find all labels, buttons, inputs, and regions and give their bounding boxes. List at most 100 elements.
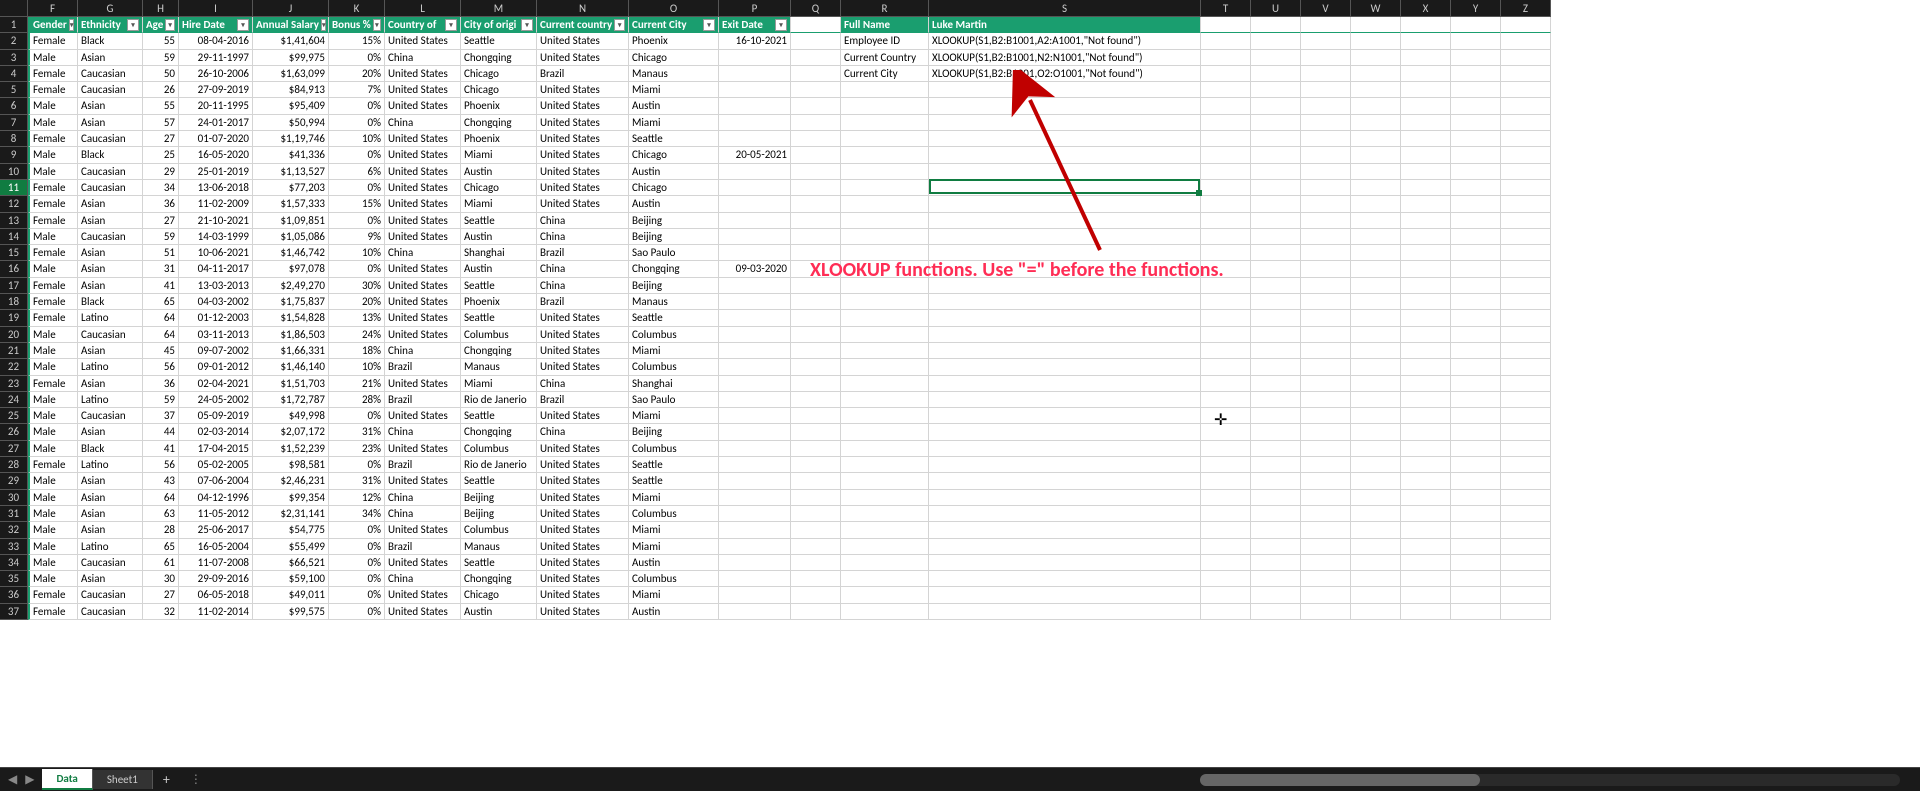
cell-U34[interactable] [1251, 555, 1301, 571]
cell-R32[interactable] [841, 522, 929, 538]
cell-F17[interactable]: Female [28, 278, 78, 294]
cell-N22[interactable]: United States [537, 359, 629, 375]
cell-X22[interactable] [1401, 359, 1451, 375]
filter-button-icon[interactable]: ▾ [521, 19, 533, 31]
cell-O34[interactable]: Austin [629, 555, 719, 571]
filter-button-icon[interactable]: ▾ [445, 19, 457, 31]
cell-P33[interactable] [719, 539, 791, 555]
cell-U30[interactable] [1251, 490, 1301, 506]
cell-T3[interactable] [1201, 50, 1251, 66]
cell-K23[interactable]: 21% [329, 376, 385, 392]
cell-N20[interactable]: United States [537, 327, 629, 343]
cell-X35[interactable] [1401, 571, 1451, 587]
row-header-8[interactable]: 8 [0, 131, 28, 147]
cell-T7[interactable] [1201, 115, 1251, 131]
cell-I24[interactable]: 24-05-2002 [179, 392, 253, 408]
cell-L2[interactable]: United States [385, 33, 461, 49]
cell-Y13[interactable] [1451, 213, 1501, 229]
cell-F8[interactable]: Female [28, 131, 78, 147]
cell-N2[interactable]: United States [537, 33, 629, 49]
cell-S37[interactable] [929, 604, 1201, 620]
cell-O6[interactable]: Austin [629, 98, 719, 114]
cell-U33[interactable] [1251, 539, 1301, 555]
cell-J5[interactable]: $84,913 [253, 82, 329, 98]
cell-I14[interactable]: 14-03-1999 [179, 229, 253, 245]
cell-N30[interactable]: United States [537, 490, 629, 506]
cell-H1[interactable]: Age▾ [143, 17, 179, 33]
cell-M11[interactable]: Chicago [461, 180, 537, 196]
cell-Y15[interactable] [1451, 245, 1501, 261]
cell-X31[interactable] [1401, 506, 1451, 522]
cell-H26[interactable]: 44 [143, 424, 179, 440]
cell-P10[interactable] [719, 164, 791, 180]
cell-V37[interactable] [1301, 604, 1351, 620]
cell-R15[interactable] [841, 245, 929, 261]
cell-O37[interactable]: Austin [629, 604, 719, 620]
sheet-tab-sheet1[interactable]: Sheet1 [93, 770, 153, 789]
cell-Y33[interactable] [1451, 539, 1501, 555]
cell-F4[interactable]: Female [28, 66, 78, 82]
cell-V8[interactable] [1301, 131, 1351, 147]
cell-W1[interactable] [1351, 17, 1401, 33]
cell-N13[interactable]: China [537, 213, 629, 229]
cell-M23[interactable]: Miami [461, 376, 537, 392]
cell-H31[interactable]: 63 [143, 506, 179, 522]
cell-W29[interactable] [1351, 473, 1401, 489]
filter-button-icon[interactable]: ▾ [237, 19, 249, 31]
cell-M17[interactable]: Seattle [461, 278, 537, 294]
cell-S31[interactable] [929, 506, 1201, 522]
cell-T27[interactable] [1201, 441, 1251, 457]
cell-I23[interactable]: 02-04-2021 [179, 376, 253, 392]
cell-G13[interactable]: Asian [78, 213, 143, 229]
cell-S4[interactable]: XLOOKUP(S1,B2:B1001,O2:O1001,"Not found"… [929, 66, 1201, 82]
cell-O14[interactable]: Beijing [629, 229, 719, 245]
cell-Y35[interactable] [1451, 571, 1501, 587]
row-header-34[interactable]: 34 [0, 555, 28, 571]
cell-P30[interactable] [719, 490, 791, 506]
cell-V25[interactable] [1301, 408, 1351, 424]
cell-F13[interactable]: Female [28, 213, 78, 229]
cell-M2[interactable]: Seattle [461, 33, 537, 49]
cell-Z26[interactable] [1501, 424, 1551, 440]
cell-Q13[interactable] [791, 213, 841, 229]
cell-N3[interactable]: United States [537, 50, 629, 66]
cell-J10[interactable]: $1,13,527 [253, 164, 329, 180]
cell-V24[interactable] [1301, 392, 1351, 408]
cell-I27[interactable]: 17-04-2015 [179, 441, 253, 457]
cell-K14[interactable]: 9% [329, 229, 385, 245]
cell-I6[interactable]: 20-11-1995 [179, 98, 253, 114]
cell-Y16[interactable] [1451, 261, 1501, 277]
cell-Y11[interactable] [1451, 180, 1501, 196]
cell-P34[interactable] [719, 555, 791, 571]
cell-Q17[interactable] [791, 278, 841, 294]
cell-T33[interactable] [1201, 539, 1251, 555]
cell-F7[interactable]: Male [28, 115, 78, 131]
col-header-N[interactable]: N [537, 0, 629, 17]
cell-L7[interactable]: China [385, 115, 461, 131]
cell-T5[interactable] [1201, 82, 1251, 98]
cell-R28[interactable] [841, 457, 929, 473]
cell-S30[interactable] [929, 490, 1201, 506]
cell-K26[interactable]: 31% [329, 424, 385, 440]
cell-Q29[interactable] [791, 473, 841, 489]
cell-V1[interactable] [1301, 17, 1351, 33]
cell-F21[interactable]: Male [28, 343, 78, 359]
row-header-27[interactable]: 27 [0, 441, 28, 457]
cell-U18[interactable] [1251, 294, 1301, 310]
cell-U35[interactable] [1251, 571, 1301, 587]
col-header-Z[interactable]: Z [1501, 0, 1551, 17]
cell-S8[interactable] [929, 131, 1201, 147]
cell-J35[interactable]: $59,100 [253, 571, 329, 587]
cell-K37[interactable]: 0% [329, 604, 385, 620]
cell-I1[interactable]: Hire Date▾ [179, 17, 253, 33]
cell-W8[interactable] [1351, 131, 1401, 147]
cell-T36[interactable] [1201, 587, 1251, 603]
filter-button-icon[interactable]: ▾ [127, 19, 139, 31]
cell-Q12[interactable] [791, 196, 841, 212]
cell-J21[interactable]: $1,66,331 [253, 343, 329, 359]
cell-P6[interactable] [719, 98, 791, 114]
row-header-31[interactable]: 31 [0, 506, 28, 522]
cell-Z27[interactable] [1501, 441, 1551, 457]
cell-L13[interactable]: United States [385, 213, 461, 229]
cell-U37[interactable] [1251, 604, 1301, 620]
